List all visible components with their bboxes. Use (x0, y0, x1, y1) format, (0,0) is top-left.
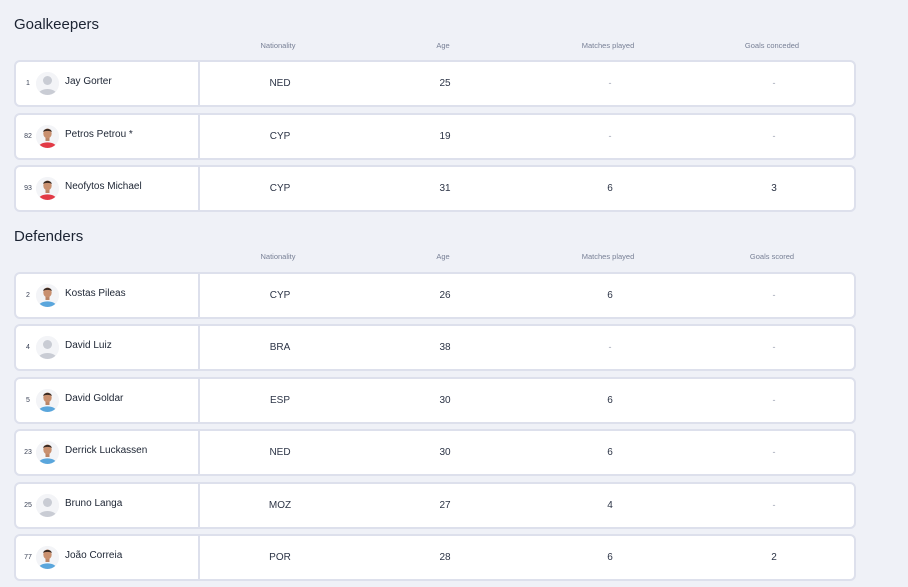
age-value: 30 (439, 394, 451, 406)
age-value: 27 (439, 499, 451, 511)
matches-played-value: - (608, 78, 612, 88)
player-row[interactable]: 1 Jay Gorter NED 25 - - (14, 60, 856, 107)
column-header-nationality[interactable]: Nationality (198, 252, 358, 261)
goals-scored-value: - (772, 342, 776, 353)
goals-conceded-value: - (772, 78, 776, 88)
player-cell[interactable]: 2 Kostas Pileas (16, 274, 200, 317)
nationality-value: NED (269, 447, 291, 459)
player-cell[interactable]: 5 David Goldar (16, 378, 200, 422)
matches-played-value: 6 (607, 394, 613, 406)
player-name[interactable]: Petros Petrou * (65, 129, 133, 140)
column-header-matches-played[interactable]: Matches played (528, 252, 688, 261)
player-cell[interactable]: 23 Derrick Luckassen (16, 431, 200, 475)
player-avatar (36, 546, 59, 569)
matches-played-value: - (608, 342, 612, 353)
goals-scored-value: - (772, 499, 776, 510)
goals-scored-value: - (772, 290, 776, 300)
nationality-value: ESP (269, 394, 290, 406)
player-row[interactable]: 23 Derrick Luckassen NED 30 6 - (14, 429, 856, 477)
shirt-number: 82 (24, 132, 32, 140)
player-cell[interactable]: 25 Bruno Langa (16, 483, 200, 527)
placeholder-avatar-icon (36, 72, 59, 95)
player-name[interactable]: Kostas Pileas (65, 288, 126, 299)
age-value: 19 (439, 130, 451, 142)
player-row[interactable]: 5 David Goldar ESP 30 6 - (14, 376, 856, 424)
player-cell[interactable]: 93 Neofytos Michael (16, 167, 200, 210)
section-title-goalkeepers: Goalkeepers (14, 16, 100, 33)
nationality-value: NED (269, 78, 291, 89)
shirt-number: 77 (24, 554, 32, 561)
matches-played-value: 6 (607, 183, 613, 194)
column-header-matches-played[interactable]: Matches played (528, 41, 688, 50)
nationality-value: CYP (269, 290, 291, 301)
section-title-defenders: Defenders (14, 228, 84, 245)
player-name[interactable]: Derrick Luckassen (65, 445, 147, 456)
placeholder-avatar-icon (36, 493, 59, 517)
matches-played-value: - (608, 130, 612, 141)
player-cell[interactable]: 4 David Luiz (16, 326, 200, 370)
shirt-number: 2 (26, 292, 30, 299)
player-row[interactable]: 82 Petros Petrou * CYP 19 - - (14, 112, 856, 160)
player-row[interactable]: 4 David Luiz BRA 38 - - (14, 324, 856, 372)
player-name[interactable]: David Luiz (65, 340, 112, 351)
goals-conceded-value: - (772, 130, 776, 141)
player-avatar (36, 388, 59, 412)
shirt-number: 23 (24, 449, 32, 457)
matches-played-value: 4 (607, 499, 613, 511)
player-row[interactable]: 25 Bruno Langa MOZ 27 4 - (14, 481, 856, 529)
player-name[interactable]: João Correia (65, 550, 122, 561)
matches-played-value: 6 (607, 552, 613, 563)
player-cell[interactable]: 82 Petros Petrou * (16, 114, 200, 158)
player-avatar (36, 284, 59, 307)
goals-scored-value: - (772, 394, 776, 405)
shirt-number: 1 (26, 80, 30, 87)
column-header-age[interactable]: Age (363, 41, 523, 50)
nationality-value: BRA (269, 342, 291, 354)
column-header-goals-conceded[interactable]: Goals conceded (692, 41, 852, 50)
defenders-column-headers: Nationality Age Matches played Goals sco… (0, 252, 908, 264)
player-name[interactable]: David Goldar (65, 393, 123, 404)
shirt-number: 25 (24, 501, 32, 509)
age-value: 30 (439, 447, 451, 459)
shirt-number: 93 (24, 185, 32, 192)
column-header-goals-scored[interactable]: Goals scored (692, 252, 852, 261)
nationality-value: POR (269, 552, 291, 563)
age-value: 38 (439, 342, 451, 354)
player-row[interactable]: 93 Neofytos Michael CYP 31 6 3 (14, 165, 856, 212)
player-cell[interactable]: 77 João Correia (16, 536, 200, 579)
nationality-value: CYP (269, 183, 291, 194)
matches-played-value: 6 (607, 447, 613, 459)
placeholder-avatar-icon (36, 336, 59, 360)
goalkeepers-column-headers: Nationality Age Matches played Goals con… (0, 41, 908, 53)
player-avatar (36, 124, 59, 148)
age-value: 25 (439, 78, 451, 89)
player-avatar (36, 441, 59, 465)
goals-conceded-value: 3 (771, 183, 777, 194)
player-row[interactable]: 77 João Correia POR 28 6 2 (14, 534, 856, 581)
nationality-value: MOZ (268, 499, 292, 511)
column-header-age[interactable]: Age (363, 252, 523, 261)
goals-scored-value: 2 (771, 552, 777, 563)
shirt-number: 5 (26, 396, 30, 404)
player-name[interactable]: Neofytos Michael (65, 181, 142, 192)
age-value: 26 (439, 290, 451, 301)
age-value: 31 (439, 183, 451, 194)
matches-played-value: 6 (607, 290, 613, 301)
goals-scored-value: - (772, 447, 776, 458)
player-row[interactable]: 2 Kostas Pileas CYP 26 6 - (14, 272, 856, 319)
player-cell[interactable]: 1 Jay Gorter (16, 62, 200, 105)
column-header-nationality[interactable]: Nationality (198, 41, 358, 50)
player-name[interactable]: Bruno Langa (65, 498, 122, 509)
player-avatar (36, 177, 59, 200)
shirt-number: 4 (26, 344, 30, 352)
player-name[interactable]: Jay Gorter (65, 76, 112, 87)
nationality-value: CYP (269, 130, 291, 142)
age-value: 28 (439, 552, 451, 563)
